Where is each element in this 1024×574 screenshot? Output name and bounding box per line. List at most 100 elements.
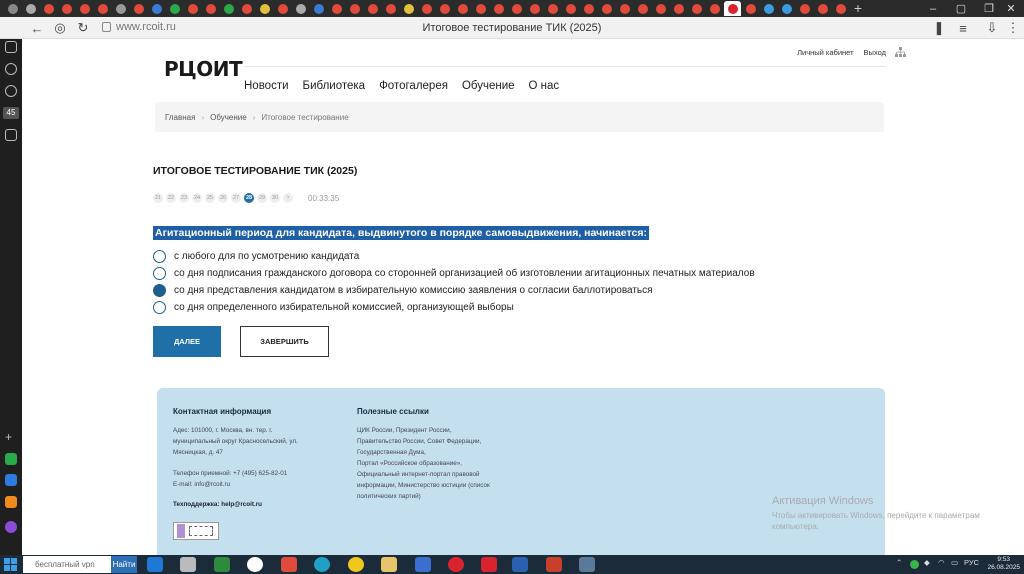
browser-tab[interactable] (634, 1, 651, 16)
ie-icon[interactable] (147, 557, 163, 572)
footer-link[interactable]: Официальный интернет-портал правовой (357, 469, 522, 480)
footer-link[interactable]: политических партий) (357, 491, 522, 502)
browser-tab[interactable] (562, 1, 579, 16)
browser-tab[interactable] (202, 1, 219, 16)
browser-tab[interactable] (4, 1, 21, 16)
browser-tab[interactable] (508, 1, 525, 16)
browser-tab[interactable] (382, 1, 399, 16)
browser-tab[interactable] (436, 1, 453, 16)
browser-tab[interactable] (814, 1, 831, 16)
browser-tab[interactable] (310, 1, 327, 16)
assistant-icon[interactable] (5, 521, 17, 533)
screenshot-icon[interactable] (5, 129, 17, 141)
history-icon[interactable] (5, 63, 17, 75)
question-number-current[interactable]: 28 (244, 193, 254, 203)
browser-tab[interactable] (220, 1, 237, 16)
maps-icon[interactable] (348, 557, 364, 572)
taskbar-search-button[interactable]: Найти (111, 556, 137, 573)
browser-tab[interactable] (274, 1, 291, 16)
next-button[interactable]: ДАЛЕЕ (153, 326, 221, 357)
browser-tab[interactable] (256, 1, 273, 16)
footer-link[interactable]: ЦИК России, Президент России, (357, 425, 522, 436)
radio-button[interactable] (153, 250, 166, 263)
support[interactable]: Техподдержка: help@rcoit.ru (173, 499, 343, 510)
yandex-browser-icon[interactable] (247, 557, 263, 572)
browser-tab[interactable] (688, 1, 705, 16)
browser-tab[interactable] (652, 1, 669, 16)
minimize-icon[interactable]: – (920, 0, 946, 17)
question-number[interactable]: 27 (231, 193, 241, 203)
browser-tab[interactable] (580, 1, 597, 16)
footer-link[interactable]: Правительство России, Совет Федерации, (357, 436, 522, 447)
file-explorer-icon[interactable] (381, 557, 397, 572)
footer-link[interactable]: Государственная Дума, (357, 447, 522, 458)
logout-link[interactable]: Выход (864, 48, 886, 57)
question-number[interactable]: 29 (257, 193, 267, 203)
browser-tab[interactable] (166, 1, 183, 16)
question-number[interactable]: 25 (205, 193, 215, 203)
browser-tab[interactable] (328, 1, 345, 16)
close-icon[interactable]: ✕ (998, 0, 1024, 17)
app-icon[interactable] (5, 453, 17, 465)
wifi-icon[interactable]: ◠ (938, 558, 945, 567)
browser-tab[interactable] (544, 1, 561, 16)
browser-tab[interactable] (418, 1, 435, 16)
remote-desktop-icon[interactable] (579, 557, 595, 572)
browser-tab[interactable] (76, 1, 93, 16)
radio-button[interactable] (153, 267, 166, 280)
yandex-icon[interactable] (281, 557, 297, 572)
edge-icon[interactable] (314, 557, 330, 572)
browser-tab[interactable] (598, 1, 615, 16)
question-number[interactable]: 26 (218, 193, 228, 203)
answer-option[interactable]: с любого для по усмотрению кандидата (153, 248, 755, 265)
counter-widget[interactable] (173, 522, 219, 540)
downloads-icon[interactable]: ⇩ (983, 19, 1001, 37)
browser-tab[interactable] (706, 1, 723, 16)
question-number[interactable]: 24 (192, 193, 202, 203)
ok-icon[interactable] (5, 496, 17, 508)
new-tab-icon[interactable]: + (850, 1, 866, 16)
bookmarks-icon[interactable] (5, 41, 17, 53)
browser-tab[interactable] (346, 1, 363, 16)
browser-tab[interactable] (400, 1, 417, 16)
browser-tab[interactable] (454, 1, 471, 16)
browser-tab[interactable] (616, 1, 633, 16)
browser-tab[interactable] (112, 1, 129, 16)
clock[interactable]: 9:53 26.08.2025 (987, 556, 1020, 572)
browser-tab[interactable] (742, 1, 759, 16)
browser-tab[interactable] (364, 1, 381, 16)
network-icon[interactable]: ◆ (924, 558, 930, 567)
counter-badge[interactable]: 45 (3, 107, 19, 119)
tray-app-icon[interactable] (910, 560, 919, 569)
question-number[interactable]: 30 (270, 193, 280, 203)
browser-tab[interactable] (184, 1, 201, 16)
answer-option[interactable]: со дня подписания гражданского договора … (153, 265, 755, 282)
opera-icon[interactable] (448, 557, 464, 572)
excel-icon[interactable] (214, 557, 230, 572)
browser-tab[interactable] (40, 1, 57, 16)
tray-chevron-icon[interactable]: ⌃ (896, 558, 902, 567)
battery-icon[interactable]: ▭ (951, 558, 958, 567)
browser-tab[interactable] (778, 1, 795, 16)
question-number[interactable]: 21 (153, 193, 163, 203)
nav-item-news[interactable]: Новости (244, 80, 289, 92)
taskbar-search-input[interactable]: бесплатный vpn (23, 556, 111, 573)
answer-option[interactable]: со дня определенного избирательной комис… (153, 299, 755, 316)
nav-item-library[interactable]: Библиотека (303, 80, 366, 92)
email[interactable]: E-mail: info@rcoit.ru (173, 479, 343, 490)
browser-tab[interactable] (472, 1, 489, 16)
add-icon[interactable]: + (5, 431, 17, 444)
windows-start-icon[interactable] (4, 558, 18, 571)
lang-indicator[interactable]: РУС (964, 558, 979, 567)
browser-tab[interactable] (148, 1, 165, 16)
browser-tab[interactable] (22, 1, 39, 16)
account-link[interactable]: Личный кабинет (797, 48, 853, 57)
browser-tab[interactable] (58, 1, 75, 16)
browser-tab[interactable] (130, 1, 147, 16)
browser-tab[interactable] (526, 1, 543, 16)
site-logo[interactable]: РЦОИТ (164, 57, 243, 81)
word-icon[interactable] (512, 557, 528, 572)
browser-tab[interactable] (490, 1, 507, 16)
browser-tab[interactable] (670, 1, 687, 16)
browser-tab[interactable] (238, 1, 255, 16)
